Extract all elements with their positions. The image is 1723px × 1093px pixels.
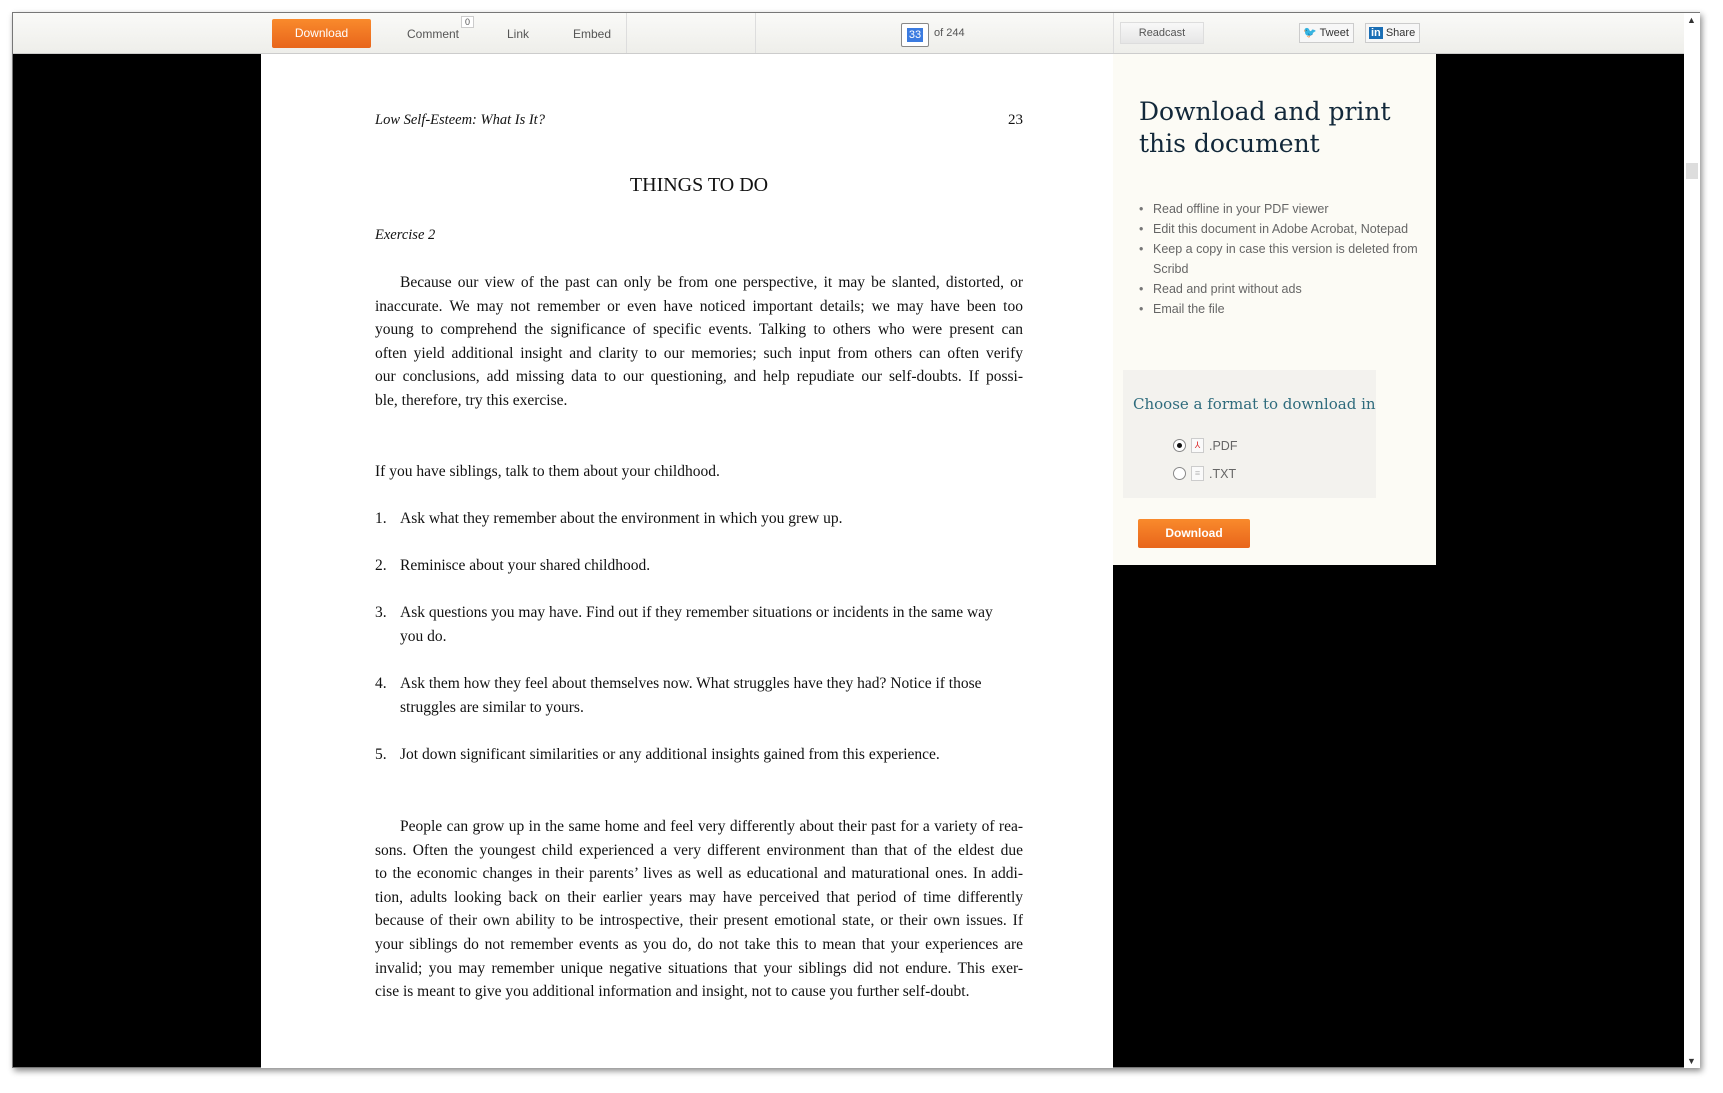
list-number: 2. bbox=[375, 557, 387, 574]
format-option-txt[interactable]: ≡ .TXT bbox=[1173, 466, 1236, 481]
paragraph-line: inaccurate. We may not remember or even … bbox=[375, 297, 1023, 315]
benefits-list: Read offline in your PDF viewer Edit thi… bbox=[1139, 199, 1419, 319]
scrollbar-thumb[interactable] bbox=[1686, 163, 1698, 179]
share-label: Share bbox=[1385, 27, 1416, 39]
list-item-line: Ask questions you may have. Find out if … bbox=[400, 604, 993, 621]
format-option-pdf[interactable]: ⅄ .PDF bbox=[1173, 438, 1237, 453]
paragraph-line: Because our view of the past can only be… bbox=[400, 274, 1023, 291]
list-item-line: you do. bbox=[400, 627, 447, 645]
paragraph-line: to the economic changes in their parents… bbox=[375, 865, 1023, 883]
divider bbox=[755, 13, 756, 53]
readcast-button[interactable]: Readcast bbox=[1120, 22, 1204, 44]
download-format-button[interactable]: Download bbox=[1138, 519, 1250, 548]
benefit-item: Keep a copy in case this version is dele… bbox=[1139, 239, 1419, 279]
comment-button[interactable]: Comment bbox=[407, 27, 459, 41]
benefit-item: Read and print without ads bbox=[1139, 279, 1419, 299]
link-button[interactable]: Link bbox=[507, 27, 529, 41]
page-number-input[interactable]: 33 bbox=[901, 23, 929, 47]
divider bbox=[1113, 13, 1114, 53]
paragraph-line: our conclusions, add missing data to our… bbox=[375, 368, 1023, 386]
text-file-icon: ≡ bbox=[1191, 466, 1204, 481]
paragraph-line: young to comprehend the significance of … bbox=[375, 321, 1023, 339]
page-number-value: 33 bbox=[907, 28, 923, 42]
divider bbox=[626, 13, 627, 53]
scroll-down-arrow-icon[interactable]: ▼ bbox=[1687, 1056, 1696, 1066]
linkedin-share-button[interactable]: in Share bbox=[1365, 23, 1421, 43]
paragraph-line: tion, adults looking back on their earli… bbox=[375, 888, 1023, 906]
comment-count-badge: 0 bbox=[461, 16, 475, 28]
paragraph-line: invalid; you may remember unique negativ… bbox=[375, 959, 1023, 977]
txt-label: .TXT bbox=[1209, 466, 1237, 481]
pdf-file-icon: ⅄ bbox=[1191, 438, 1204, 453]
paragraph-line: ble, therefore, try this exercise. bbox=[375, 392, 568, 409]
pdf-radio[interactable] bbox=[1173, 439, 1186, 452]
document-page: Low Self-Esteem: What Is It? 23 THINGS T… bbox=[261, 54, 1113, 1068]
list-item-line: Jot down significant similarities or any… bbox=[400, 746, 940, 763]
tweet-button[interactable]: 🐦 Tweet bbox=[1299, 23, 1354, 43]
paragraph-line: because of their own ability to be intro… bbox=[375, 912, 1023, 930]
paragraph-line: your siblings do not remember events as … bbox=[375, 936, 1023, 953]
tweet-label: Tweet bbox=[1319, 27, 1349, 39]
paragraph-line: People can grow up in the same home and … bbox=[400, 818, 1023, 835]
paragraph-line: often yield additional insight and clari… bbox=[375, 344, 1023, 362]
scroll-up-arrow-icon[interactable]: ▲ bbox=[1687, 15, 1696, 25]
running-head: Low Self-Esteem: What Is It? bbox=[375, 112, 545, 128]
document-toolbar: Download Comment 0 Link Embed 33 of 244 … bbox=[13, 13, 1684, 54]
intro-line: If you have siblings, talk to them about… bbox=[375, 463, 720, 480]
exercise-subheading: Exercise 2 bbox=[375, 227, 436, 243]
list-number: 4. bbox=[375, 675, 387, 692]
list-item-line: Reminisce about your shared childhood. bbox=[400, 557, 651, 574]
section-heading: THINGS TO DO bbox=[629, 174, 769, 196]
page-number: 23 bbox=[1008, 112, 1023, 128]
paragraph-line: cise is meant to give you additional inf… bbox=[375, 983, 970, 1001]
list-number: 1. bbox=[375, 510, 387, 527]
download-button[interactable]: Download bbox=[272, 19, 371, 48]
benefit-item: Read offline in your PDF viewer bbox=[1139, 199, 1419, 219]
paragraph-line: sons. Often the youngest child experienc… bbox=[375, 841, 1023, 859]
linkedin-icon: in bbox=[1369, 27, 1383, 39]
browser-window: Download Comment 0 Link Embed 33 of 244 … bbox=[12, 12, 1700, 1068]
embed-button[interactable]: Embed bbox=[573, 27, 611, 41]
txt-radio[interactable] bbox=[1173, 467, 1186, 480]
format-chooser: Choose a format to download in ⅄ .PDF ≡ .T… bbox=[1123, 370, 1376, 498]
pdf-label: .PDF bbox=[1209, 438, 1238, 453]
list-item-line: Ask them how they feel about themselves … bbox=[400, 675, 982, 692]
format-heading: Choose a format to download in bbox=[1133, 395, 1376, 413]
list-item-line: Ask what they remember about the environ… bbox=[400, 510, 843, 527]
benefit-item: Email the file bbox=[1139, 299, 1419, 319]
download-panel-title: Download and print this document bbox=[1139, 97, 1391, 158]
list-number: 5. bbox=[375, 746, 387, 763]
page-total: of 244 bbox=[934, 27, 965, 39]
list-number: 3. bbox=[375, 604, 387, 621]
download-panel: Download and print this document Read of… bbox=[1113, 54, 1436, 565]
benefit-item: Edit this document in Adobe Acrobat, Not… bbox=[1139, 219, 1419, 239]
twitter-bird-icon: 🐦 bbox=[1303, 27, 1317, 39]
vertical-scrollbar[interactable]: ▲ ▼ bbox=[1684, 13, 1700, 1068]
list-item-line: struggles are similar to yours. bbox=[400, 698, 584, 716]
